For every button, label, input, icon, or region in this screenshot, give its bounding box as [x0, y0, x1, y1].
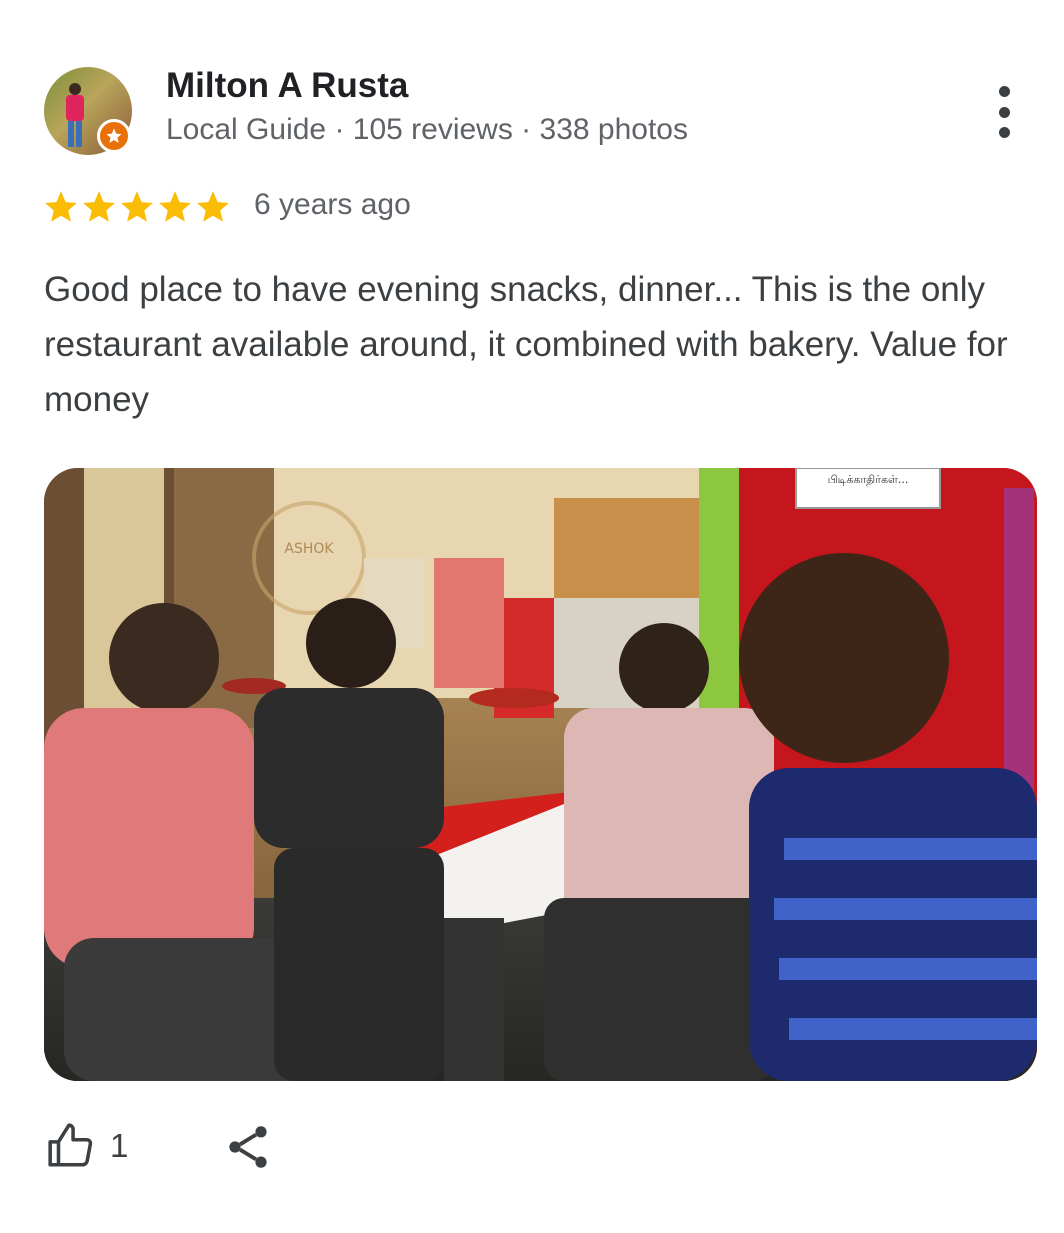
- share-icon: [229, 1126, 267, 1168]
- star-icon: [83, 191, 115, 222]
- star-icon: [159, 191, 191, 222]
- reviewer-meta: Local Guide · 105 reviews · 338 photos: [166, 113, 688, 146]
- local-guide-star-badge-icon: [97, 119, 131, 153]
- more-vertical-icon: [998, 86, 1010, 97]
- star-icon: [121, 191, 153, 222]
- star-icon: [197, 191, 229, 222]
- photo-logo-text: ASHOK: [284, 541, 334, 557]
- star-icon: [45, 191, 77, 222]
- like-button[interactable]: 1: [44, 1118, 128, 1174]
- share-button[interactable]: [222, 1120, 274, 1174]
- reviewer-name[interactable]: Milton A Rusta: [166, 66, 408, 106]
- review-photo[interactable]: பிடிக்காதிர்கள்... ASHOK: [44, 468, 1037, 1081]
- review-text: Good place to have evening snacks, dinne…: [44, 270, 1008, 419]
- thumbs-up-icon: [48, 1123, 93, 1167]
- photo-sign-text: பிடிக்காதிர்கள்...: [828, 473, 909, 486]
- star-rating: [42, 188, 232, 226]
- person-photo-avatar-icon: [66, 83, 84, 147]
- more-options-button[interactable]: [980, 80, 1028, 144]
- like-count: 1: [110, 1127, 129, 1164]
- review-time: 6 years ago: [254, 188, 411, 221]
- restaurant-group-photo: பிடிக்காதிர்கள்... ASHOK: [44, 468, 1037, 1081]
